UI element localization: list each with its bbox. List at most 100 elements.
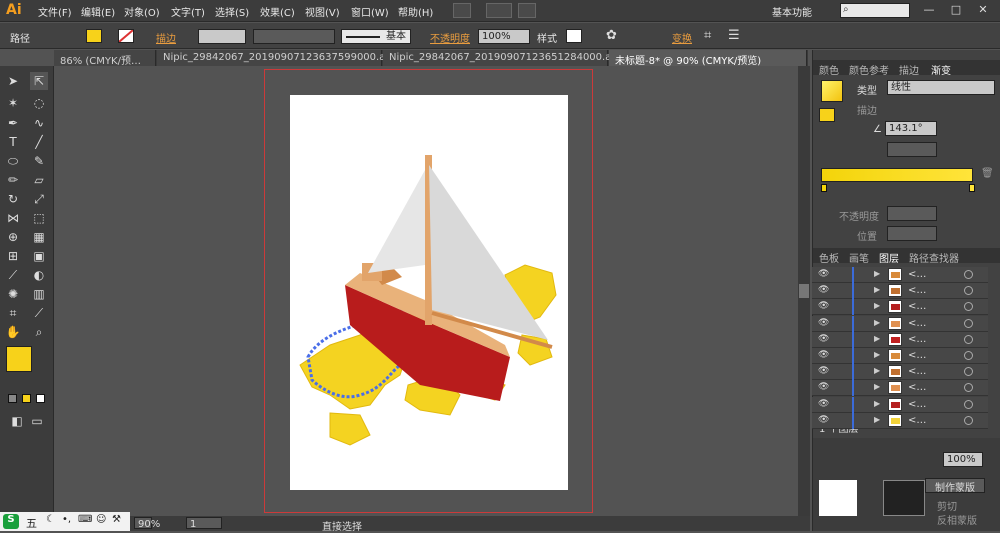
graphic-style-swatch[interactable] <box>566 29 582 43</box>
search-input[interactable]: ⌕ <box>840 3 910 18</box>
curvature-tool-icon[interactable]: ∿ <box>30 114 48 132</box>
transform-link[interactable]: 变换 <box>672 30 692 45</box>
target-circle-icon[interactable] <box>964 286 973 296</box>
blend-tool-icon[interactable]: ◐ <box>30 266 48 284</box>
arrange-documents-icon[interactable] <box>486 3 512 18</box>
menu-view[interactable]: 视图(V) <box>305 4 340 19</box>
artwork-boat-map[interactable] <box>290 95 568 490</box>
tab-stroke[interactable]: 描边 <box>899 62 919 77</box>
visibility-eye-icon[interactable]: 👁 <box>818 382 829 392</box>
zoom-tool-icon[interactable]: ⌕ <box>30 323 48 341</box>
layer-name[interactable]: <… <box>908 399 926 410</box>
eraser-tool-icon[interactable]: ▱ <box>30 171 48 189</box>
target-circle-icon[interactable] <box>964 415 973 425</box>
gradient-type-select[interactable]: 线性 <box>887 80 995 95</box>
gradient-stop-right[interactable] <box>969 184 975 192</box>
draw-mode-icon[interactable]: ◧ <box>8 412 26 430</box>
layer-row[interactable]: 👁 ▶ <… <box>812 380 988 397</box>
shape-builder-tool-icon[interactable]: ⊕ <box>4 228 22 246</box>
scroll-thumb[interactable] <box>799 284 809 298</box>
invert-mask-checkbox-label[interactable]: 反相蒙版 <box>937 512 977 527</box>
tab-gradient[interactable]: 渐变 <box>931 62 951 77</box>
expand-triangle-icon[interactable]: ▶ <box>874 350 880 359</box>
menu-select[interactable]: 选择(S) <box>215 4 249 19</box>
close-button[interactable]: ✕ <box>972 3 994 18</box>
lasso-tool-icon[interactable]: ◌ <box>30 94 48 112</box>
tab-layers[interactable]: 图层 <box>879 250 899 265</box>
layer-row[interactable]: 👁 ▶ <… <box>812 267 988 283</box>
hand-tool-icon[interactable]: ✋ <box>4 323 22 341</box>
free-transform-tool-icon[interactable]: ⬚ <box>30 209 48 227</box>
expand-triangle-icon[interactable]: ▶ <box>874 366 880 375</box>
tab-document-3[interactable]: Nipic_29842067_20190907123651284000.ai* <box>383 50 619 66</box>
gradient-preview-swatch[interactable] <box>821 80 843 102</box>
rotate-tool-icon[interactable]: ↻ <box>4 190 22 208</box>
stop-opacity-input[interactable] <box>887 206 937 221</box>
opacity-input[interactable]: 100% <box>478 29 530 44</box>
target-circle-icon[interactable] <box>964 318 973 328</box>
expand-triangle-icon[interactable]: ▶ <box>874 285 880 294</box>
brush-definition-select[interactable]: 基本 <box>341 29 411 44</box>
magic-wand-tool-icon[interactable]: ✶ <box>4 94 22 112</box>
target-circle-icon[interactable] <box>964 383 973 393</box>
target-circle-icon[interactable] <box>964 399 973 409</box>
gradient-aspect-input[interactable] <box>887 142 937 157</box>
visibility-eye-icon[interactable]: 👁 <box>818 366 829 376</box>
layer-row[interactable]: 👁 ▶ <… <box>812 412 988 429</box>
layer-name[interactable]: <… <box>908 334 926 345</box>
tab-pathfinder[interactable]: 路径查找器 <box>909 250 959 265</box>
ellipse-tool-icon[interactable]: ⬭ <box>4 152 22 170</box>
gradient-mode-icon[interactable] <box>22 394 31 403</box>
tab-brushes[interactable]: 画笔 <box>849 250 869 265</box>
expand-triangle-icon[interactable]: ▶ <box>874 382 880 391</box>
slice-tool-icon[interactable]: ⟋ <box>30 304 48 322</box>
visibility-eye-icon[interactable]: 👁 <box>818 285 829 295</box>
symbol-sprayer-tool-icon[interactable]: ✺ <box>4 285 22 303</box>
visibility-eye-icon[interactable]: 👁 <box>818 399 829 409</box>
panel-menu-icon[interactable]: ☰ <box>728 28 740 43</box>
layer-name[interactable]: <… <box>908 269 926 280</box>
layer-row[interactable]: 👁 ▶ <… <box>812 299 988 316</box>
layer-row[interactable]: 👁 ▶ <… <box>812 364 988 381</box>
maximize-button[interactable]: □ <box>945 3 967 18</box>
layer-name[interactable]: <… <box>908 318 926 329</box>
layer-name[interactable]: <… <box>908 350 926 361</box>
gradient-tool-icon[interactable]: ▣ <box>30 247 48 265</box>
tab-document-active[interactable]: 未标题-8* @ 90% (CMYK/预览) <box>609 50 807 67</box>
tab-document-1[interactable]: 86% (CMYK/预… <box>54 50 156 67</box>
delete-stop-icon[interactable]: 🗑 <box>981 168 994 179</box>
zoom-select[interactable]: 90% <box>134 517 160 530</box>
target-circle-icon[interactable] <box>964 270 973 279</box>
opacity-label[interactable]: 不透明度 <box>430 30 470 45</box>
mask-thumbnail[interactable] <box>883 480 925 516</box>
layer-name[interactable]: <… <box>908 285 926 296</box>
ime-mode[interactable]: 五 <box>26 515 37 531</box>
paintbrush-tool-icon[interactable]: ✎ <box>30 152 48 170</box>
selection-tool-icon[interactable]: ➤ <box>4 72 22 90</box>
artboard[interactable] <box>290 95 568 490</box>
none-mode-icon[interactable] <box>36 394 45 403</box>
layer-row[interactable]: 👁 ▶ <… <box>812 331 988 348</box>
pen-tool-icon[interactable]: ✒ <box>4 114 22 132</box>
expand-triangle-icon[interactable]: ▶ <box>874 269 880 278</box>
mesh-tool-icon[interactable]: ⊞ <box>4 247 22 265</box>
punctuation-icon[interactable]: •, <box>62 514 71 525</box>
visibility-eye-icon[interactable]: 👁 <box>818 350 829 360</box>
gradient-slider[interactable] <box>821 168 973 182</box>
bridge-icon[interactable] <box>453 3 471 18</box>
expand-triangle-icon[interactable]: ▶ <box>874 334 880 343</box>
layer-row[interactable]: 👁 ▶ <… <box>812 396 988 413</box>
artboard-page-select[interactable]: 1 <box>186 517 222 530</box>
gradient-stop-left[interactable] <box>821 184 827 192</box>
menu-type[interactable]: 文字(T) <box>171 4 205 19</box>
wrench-icon[interactable]: ⚒ <box>112 514 121 525</box>
recolor-artwork-icon[interactable]: ✿ <box>606 28 624 44</box>
stroke-label[interactable]: 描边 <box>156 30 176 45</box>
target-circle-icon[interactable] <box>964 334 973 344</box>
user-icon[interactable]: ☺ <box>96 514 106 525</box>
layer-name[interactable]: <… <box>908 382 926 393</box>
visibility-eye-icon[interactable]: 👁 <box>818 269 829 279</box>
transparency-opacity-input[interactable]: 100% <box>943 452 983 467</box>
direct-selection-tool-icon[interactable]: ⇱ <box>30 72 48 90</box>
visibility-eye-icon[interactable]: 👁 <box>818 301 829 311</box>
